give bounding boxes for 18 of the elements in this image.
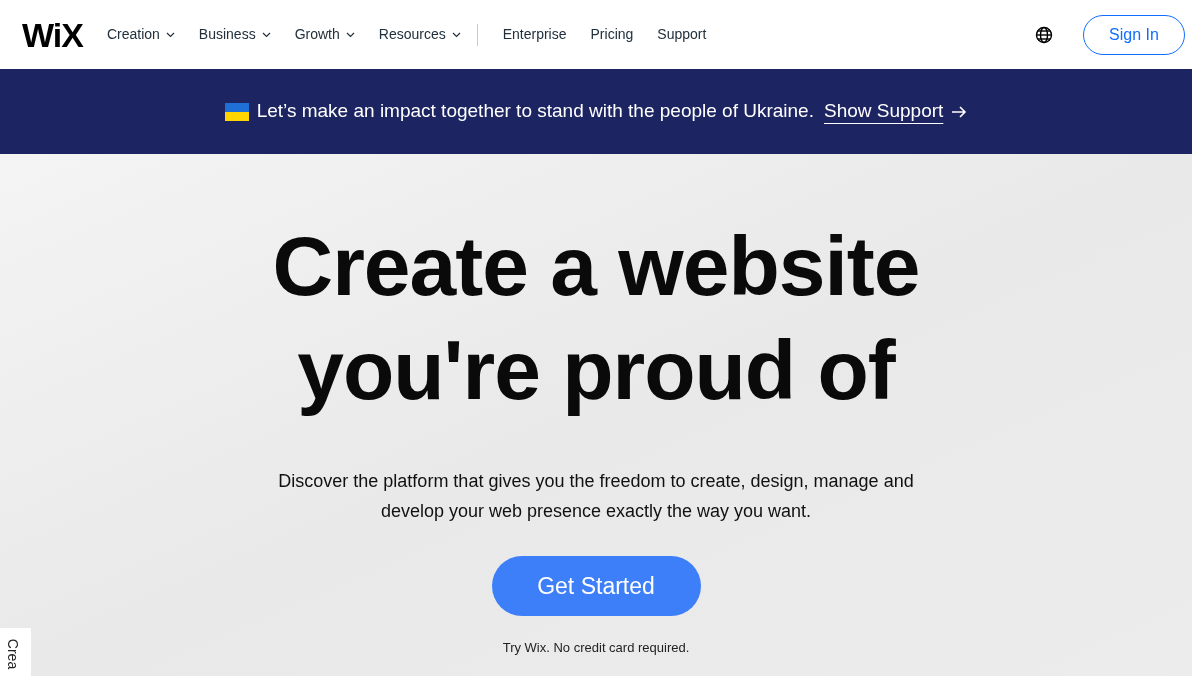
hero-headline: Create a website you're proud of xyxy=(272,218,920,419)
globe-icon[interactable] xyxy=(1035,25,1053,44)
nav-link[interactable]: Enterprise xyxy=(502,24,567,45)
banner-text: Let’s make an impact together to stand with the people of Ukraine. xyxy=(256,99,814,124)
get-started-button[interactable]: Get Started xyxy=(491,556,701,616)
logo[interactable]: WiX xyxy=(22,17,83,52)
nav-link[interactable]: Resources xyxy=(378,24,461,45)
hero-description: Discover the platform that gives you the freedom to create, design, manage and develop your web presence exactly the way you want. xyxy=(277,470,915,523)
nav-link[interactable]: Support xyxy=(657,24,707,45)
hero-note: Try Wix. No credit card required. xyxy=(502,639,690,657)
side-tab[interactable]: Crea xyxy=(0,628,31,676)
arrow-right-icon xyxy=(951,105,968,118)
flag-icon xyxy=(224,102,249,121)
nav-link[interactable]: Growth xyxy=(294,24,355,45)
show-support-link[interactable]: Show Support xyxy=(823,97,944,126)
nav-link[interactable]: Pricing xyxy=(590,24,634,45)
nav-link[interactable]: Business xyxy=(198,24,271,45)
nav-link[interactable]: Creation xyxy=(106,24,175,45)
